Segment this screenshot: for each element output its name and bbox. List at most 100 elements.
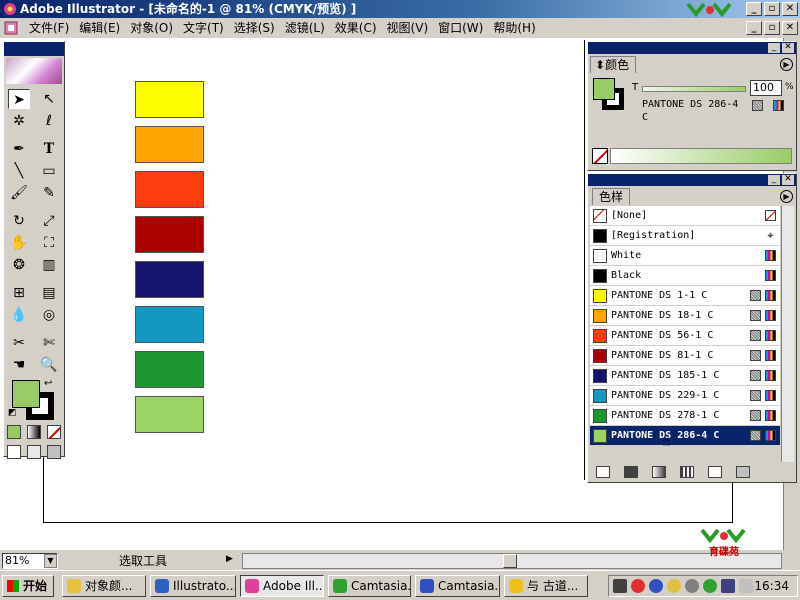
slice-tool-icon[interactable]: ✂ xyxy=(8,333,30,353)
pen-tool-icon[interactable]: ✒ xyxy=(8,139,30,159)
none-color-button[interactable] xyxy=(592,148,608,164)
warp-tool-icon[interactable]: ✋ xyxy=(8,233,30,253)
taskbar-button[interactable]: Adobe Ill... xyxy=(240,575,324,597)
color-rectangle[interactable] xyxy=(135,216,204,253)
swatch-row[interactable]: White xyxy=(590,246,780,266)
swap-fill-stroke-icon[interactable]: ↩ xyxy=(44,378,52,389)
color-rectangle[interactable] xyxy=(135,171,204,208)
magic-wand-tool-icon[interactable]: ✲ xyxy=(8,111,30,131)
line-tool-icon[interactable]: ╲ xyxy=(8,161,30,181)
tint-slider[interactable] xyxy=(642,86,746,92)
new-swatch-icon[interactable] xyxy=(708,466,722,478)
menu-view[interactable]: 视图(V) xyxy=(382,18,434,38)
free-transform-tool-icon[interactable]: ⛶ xyxy=(38,233,60,253)
taskbar-button[interactable]: Illustrato... xyxy=(150,575,236,597)
panel-close-button[interactable]: ✕ xyxy=(782,43,794,53)
toolbox-title-bar[interactable] xyxy=(4,42,64,56)
full-screen-mode-icon[interactable] xyxy=(47,445,61,459)
close-button[interactable]: ✕ xyxy=(782,2,798,16)
gradient-tool-icon[interactable]: ▤ xyxy=(38,283,60,303)
rotate-tool-icon[interactable]: ↻ xyxy=(8,211,30,231)
rectangle-tool-icon[interactable]: ▭ xyxy=(38,161,60,181)
swatch-row[interactable]: PANTONE DS 1-1 C xyxy=(590,286,780,306)
menu-help[interactable]: 帮助(H) xyxy=(488,18,540,38)
speaker-icon[interactable] xyxy=(739,579,753,593)
network-icon[interactable] xyxy=(613,579,627,593)
display-icon[interactable] xyxy=(649,579,663,593)
full-screen-menu-mode-icon[interactable] xyxy=(27,445,41,459)
menu-file[interactable]: 文件(F) xyxy=(24,18,74,38)
menu-effect[interactable]: 效果(C) xyxy=(330,18,382,38)
scale-tool-icon[interactable]: ⤢ xyxy=(38,211,60,231)
eyedropper-tool-icon[interactable]: 💧 xyxy=(8,305,30,325)
swatch-row[interactable]: PANTONE DS 286-4 C ☝ xyxy=(590,426,780,450)
zoom-tool-icon[interactable]: 🔍 xyxy=(38,355,60,375)
swatch-list-scrollbar[interactable] xyxy=(781,206,794,462)
swatch-row[interactable]: [Registration] ⌖ xyxy=(590,226,780,246)
hand-tool-icon[interactable]: ☚ xyxy=(8,355,30,375)
swatch-row[interactable]: [None] xyxy=(590,206,780,226)
tint-value-input[interactable]: 100 xyxy=(750,80,782,96)
blend-tool-icon[interactable]: ◎ xyxy=(38,305,60,325)
paintbrush-tool-icon[interactable]: 🖌 xyxy=(8,183,30,203)
color-rectangle[interactable] xyxy=(135,396,204,433)
antivirus-icon[interactable] xyxy=(703,579,717,593)
symbol-sprayer-tool-icon[interactable]: ❂ xyxy=(8,255,30,275)
none-mode-icon[interactable] xyxy=(47,425,61,439)
swatches-panel-tab[interactable]: 色样 xyxy=(592,188,631,205)
pencil-tool-icon[interactable]: ✎ xyxy=(38,183,60,203)
taskbar-button[interactable]: 与 古道... xyxy=(504,575,588,597)
status-dropdown-icon[interactable]: ▶ xyxy=(226,554,233,564)
taskbar-button[interactable]: Camtasia... xyxy=(415,575,500,597)
swatch-row[interactable]: PANTONE DS 185-1 C xyxy=(590,366,780,386)
volume-icon[interactable] xyxy=(721,579,735,593)
status-tool-label[interactable]: 选取工具 xyxy=(64,553,240,569)
show-pattern-swatches-icon[interactable] xyxy=(680,466,694,478)
menu-select[interactable]: 选择(S) xyxy=(229,18,280,38)
menu-type[interactable]: 文字(T) xyxy=(178,18,229,38)
show-gradient-swatches-icon[interactable] xyxy=(652,466,666,478)
panel-menu-button[interactable]: ▶ xyxy=(780,190,793,203)
mesh-tool-icon[interactable]: ⊞ xyxy=(8,283,30,303)
swatches-panel-title-bar[interactable]: _ ✕ xyxy=(588,174,796,186)
panel-close-button[interactable]: ✕ xyxy=(782,175,794,185)
scrollbar-thumb[interactable] xyxy=(503,554,517,568)
color-rectangle[interactable] xyxy=(135,126,204,163)
selection-tool-icon[interactable]: ➤ xyxy=(8,89,30,109)
standard-screen-mode-icon[interactable] xyxy=(7,445,21,459)
swatch-row[interactable]: PANTONE DS 18-1 C xyxy=(590,306,780,326)
tint-color-ramp[interactable] xyxy=(610,148,792,164)
color-rectangle[interactable] xyxy=(135,81,204,118)
swatch-row[interactable]: PANTONE DS 81-1 C xyxy=(590,346,780,366)
direct-selection-tool-icon[interactable]: ↖ xyxy=(38,89,60,109)
panel-minimize-button[interactable]: _ xyxy=(768,175,780,185)
color-rectangle[interactable] xyxy=(135,261,204,298)
default-colors-icon[interactable]: ◩ xyxy=(8,408,17,418)
color-rectangle[interactable] xyxy=(135,351,204,388)
doc-maximize-button[interactable]: ▫ xyxy=(764,21,780,35)
notification-icon[interactable] xyxy=(667,579,681,593)
type-tool-icon[interactable]: T xyxy=(38,139,60,159)
color-panel-fill-swatch[interactable] xyxy=(593,78,615,100)
swatch-row[interactable]: Black xyxy=(590,266,780,286)
recording-icon[interactable] xyxy=(631,579,645,593)
color-mode-icon[interactable] xyxy=(7,425,21,439)
maximize-button[interactable]: ▫ xyxy=(764,2,780,16)
panel-minimize-button[interactable]: _ xyxy=(768,43,780,53)
color-panel-tab[interactable]: ⬍颜色 xyxy=(590,56,637,73)
delete-swatch-trash-icon[interactable] xyxy=(736,466,750,478)
lasso-tool-icon[interactable]: ℓ xyxy=(38,111,60,131)
menu-edit[interactable]: 编辑(E) xyxy=(74,18,125,38)
panel-menu-button[interactable]: ▶ xyxy=(780,58,793,71)
menu-filter[interactable]: 滤镜(L) xyxy=(280,18,330,38)
start-button[interactable]: 开始 xyxy=(2,575,54,597)
graph-tool-icon[interactable]: ▥ xyxy=(38,255,60,275)
gradient-mode-icon[interactable] xyxy=(27,425,41,439)
minimize-button[interactable]: _ xyxy=(746,2,762,16)
doc-minimize-button[interactable]: _ xyxy=(746,21,762,35)
zoom-dropdown-icon[interactable]: ▼ xyxy=(44,554,57,568)
document-icon[interactable] xyxy=(4,21,20,35)
swatch-row[interactable]: PANTONE DS 278-1 C xyxy=(590,406,780,426)
fill-color-swatch[interactable] xyxy=(12,380,40,408)
taskbar-button[interactable]: 对象颜... xyxy=(62,575,146,597)
